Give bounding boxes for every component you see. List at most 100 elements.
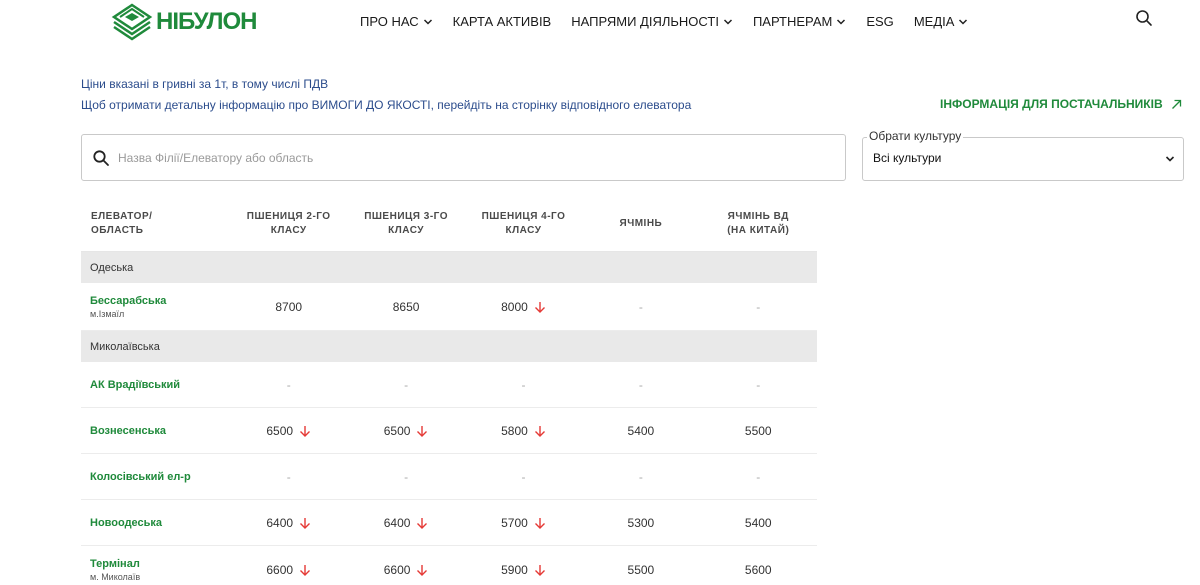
nav-item-label: ПАРТНЕРАМ: [752, 14, 833, 29]
nav-item-label: МЕДІА: [913, 14, 955, 29]
brand-logo[interactable]: НІБУЛОН: [110, 2, 258, 42]
nav-item-2[interactable]: НАПРЯМИ ДІЯЛЬНОСТІ: [571, 14, 733, 29]
arrow-down-icon: [417, 517, 428, 529]
price-value: 6500: [266, 423, 294, 438]
price-cell: 6600: [230, 563, 347, 577]
table-row: Бессарабська м.Ізмаїл 8700 8650 8000 - -: [81, 283, 817, 331]
price-value: -: [638, 469, 643, 484]
table-row: Новоодеська 6400 6400 5700 5300 5400: [81, 500, 817, 546]
price-value: 5300: [627, 515, 655, 530]
elevator-cell: Термінал м. Миколаїв: [81, 558, 230, 582]
price-value: 5400: [744, 515, 772, 530]
price-cell: 5400: [700, 516, 817, 530]
price-cell: -: [582, 470, 699, 484]
price-value: -: [638, 299, 643, 314]
elevator-cell: Колосівський ел-р: [81, 471, 230, 483]
chevron-down-icon: [837, 18, 846, 25]
column-header-2: ПШЕНИЦЯ 3-ГО КЛАСУ: [364, 210, 448, 236]
price-value: 8700: [275, 299, 303, 314]
price-cell: -: [700, 378, 817, 392]
price-cell: 8700: [230, 300, 347, 314]
chevron-down-icon: [959, 18, 968, 25]
elevator-link[interactable]: Термінал: [90, 558, 140, 570]
search-input[interactable]: [118, 150, 818, 165]
price-value: 8000: [501, 299, 528, 314]
price-value: 6600: [383, 562, 411, 577]
search-icon[interactable]: [1134, 8, 1154, 28]
price-value: -: [756, 299, 761, 314]
arrow-up-right-icon: [1171, 99, 1181, 109]
price-cell: -: [582, 300, 699, 314]
price-cell: -: [230, 378, 347, 392]
price-cell: -: [347, 378, 464, 392]
nav-item-label: КАРТА АКТИВІВ: [452, 14, 552, 29]
price-cell: 5500: [582, 563, 699, 577]
elevator-city: м. Миколаїв: [90, 571, 141, 582]
price-value: 5400: [627, 423, 655, 438]
price-cell: 6600: [347, 563, 464, 577]
price-cell: 5300: [582, 516, 699, 530]
elevator-link[interactable]: Колосівський ел-р: [90, 471, 191, 483]
price-value: -: [286, 469, 291, 484]
price-value: 6500: [383, 423, 411, 438]
chevron-down-icon: [1165, 156, 1175, 162]
table-row: АК Врадіївський - - - - -: [81, 362, 817, 408]
nav-item-3[interactable]: ПАРТНЕРАМ: [753, 14, 846, 29]
region-row: Миколаївська: [81, 331, 817, 362]
price-cell: 5900: [465, 563, 582, 577]
elevator-link[interactable]: Вознесенська: [90, 425, 166, 437]
price-value: -: [756, 469, 761, 484]
nav-item-5[interactable]: МЕДІА: [914, 14, 969, 29]
table-row: Вознесенська 6500 6500 5800 5400 5500: [81, 408, 817, 454]
nav-item-0[interactable]: ПРО НАС: [360, 14, 433, 29]
price-value: 5900: [501, 562, 528, 577]
arrow-down-icon: [417, 425, 428, 437]
culture-select-legend: Обрати культуру: [867, 129, 964, 143]
brand-name: НІБУЛОН: [156, 8, 258, 35]
price-cell: -: [700, 470, 817, 484]
table-header: ЕЛЕВАТОР/ ОБЛАСТЬ ПШЕНИЦЯ 2-ГО КЛАСУ ПШЕНИ…: [81, 196, 817, 252]
price-value: 6400: [266, 515, 294, 530]
suppliers-info-link[interactable]: ІНФОРМАЦІЯ ДЛЯ ПОСТАЧАЛЬНИКІВ: [940, 97, 1182, 111]
price-value: 5700: [501, 515, 528, 530]
arrow-down-icon: [534, 564, 545, 576]
price-cell: 6500: [230, 424, 347, 438]
arrow-down-icon: [417, 564, 428, 576]
price-value: 5800: [501, 423, 528, 438]
price-cell: 8650: [347, 300, 464, 314]
price-cell: -: [582, 378, 699, 392]
main-nav: ПРО НАС КАРТА АКТИВІВ НАПРЯМИ ДІЯЛЬНОСТІ ПА…: [360, 14, 988, 29]
elevator-cell: Вознесенська: [81, 425, 230, 437]
nav-item-1[interactable]: КАРТА АКТИВІВ: [453, 14, 552, 29]
price-value: 6600: [266, 562, 294, 577]
column-header-0: ЕЛЕВАТОР/ ОБЛАСТЬ: [91, 210, 153, 236]
prices-table: ЕЛЕВАТОР/ ОБЛАСТЬ ПШЕНИЦЯ 2-ГО КЛАСУ ПШЕНИ…: [81, 196, 817, 585]
price-cell: 5700: [465, 516, 582, 530]
price-value: -: [404, 469, 409, 484]
site-header: НІБУЛОН ПРО НАС КАРТА АКТИВІВ НАПРЯМИ ДІЯЛ…: [0, 0, 1200, 50]
price-value: 5500: [744, 423, 772, 438]
price-value: -: [521, 469, 526, 484]
price-value: -: [756, 377, 761, 392]
column-header-1: ПШЕНИЦЯ 2-ГО КЛАСУ: [246, 210, 331, 236]
nav-item-4[interactable]: ESG: [866, 14, 893, 29]
price-cell: 5500: [700, 424, 817, 438]
prices-note: Ціни вказані в гривні за 1т, в тому числ…: [81, 77, 329, 91]
price-cell: -: [465, 470, 582, 484]
elevator-link[interactable]: Новоодеська: [90, 517, 162, 529]
culture-select-value: Всі культури: [873, 151, 942, 165]
table-row: Термінал м. Миколаїв 6600 6600 5900 5500 5600: [81, 546, 817, 585]
culture-select[interactable]: Обрати культуру Всі культури: [862, 129, 1184, 181]
price-value: 5600: [744, 562, 772, 577]
arrow-down-icon: [300, 425, 311, 437]
elevator-link[interactable]: АК Врадіївський: [90, 379, 180, 391]
nav-item-label: ПРО НАС: [360, 14, 419, 29]
price-value: -: [404, 377, 409, 392]
chevron-down-icon: [723, 18, 732, 25]
arrow-down-icon: [534, 425, 545, 437]
price-value: -: [638, 377, 643, 392]
elevator-link[interactable]: Бессарабська: [90, 295, 166, 307]
price-cell: 5400: [582, 424, 699, 438]
column-header-3: ПШЕНИЦЯ 4-ГО КЛАСУ: [481, 210, 566, 236]
arrow-down-icon: [300, 517, 311, 529]
